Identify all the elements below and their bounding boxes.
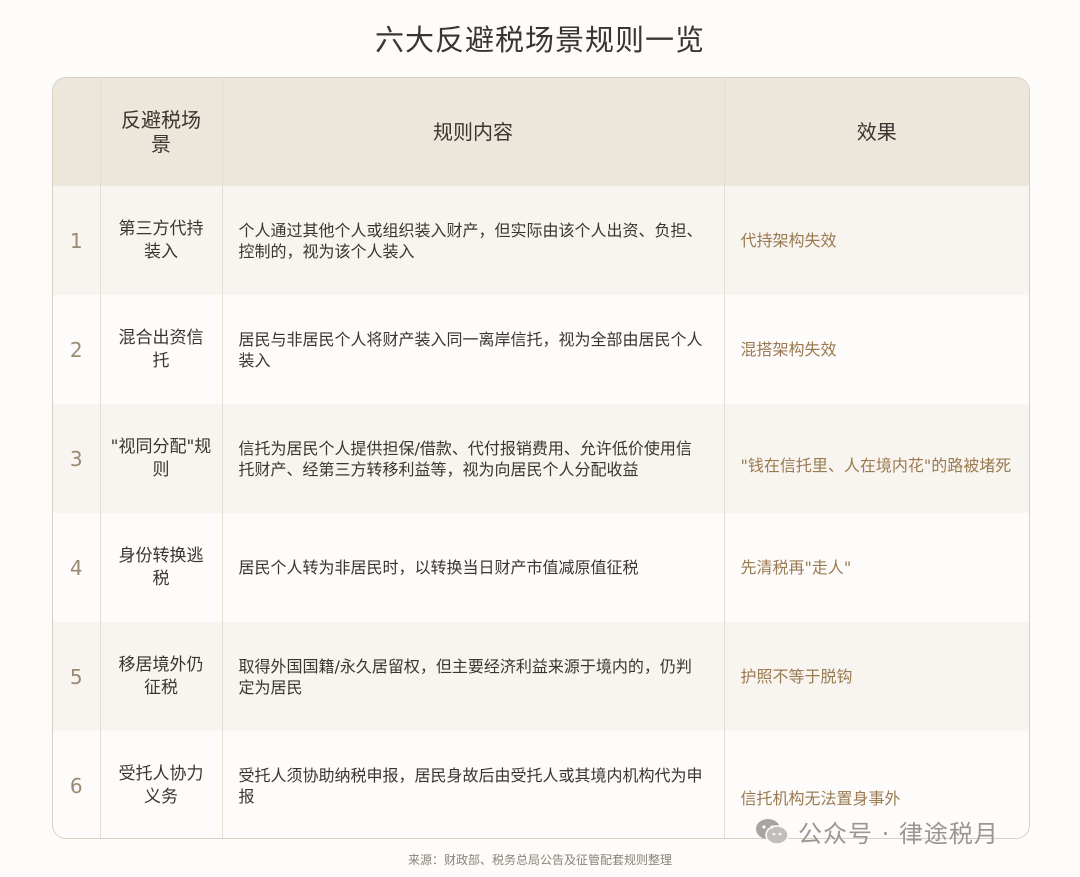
row-rule: 居民与非居民个人将财产装入同一离岸信托，视为全部由居民个人装入	[222, 295, 725, 404]
header-rule: 规则内容	[222, 78, 725, 186]
header-effect: 效果	[856, 120, 897, 144]
row-effect: "钱在信托里、人在境内花"的路被堵死	[724, 404, 1029, 513]
header-num	[53, 78, 101, 186]
watermark-text: 公众号 · 律途税月	[798, 820, 999, 848]
row-effect-text: "钱在信托里、人在境内花"的路被堵死	[740, 456, 1012, 475]
row-rule: 居民个人转为非居民时，以转换当日财产市值减原值征税	[222, 513, 725, 622]
row-number: 2	[53, 295, 101, 404]
row-scene: 身份转换逃税	[100, 513, 223, 622]
row-number: 3	[53, 404, 101, 513]
row-number: 5	[53, 622, 101, 731]
row-number: 4	[53, 513, 101, 622]
header-scene: 反避税场景	[100, 78, 223, 186]
row-rule: 取得外国国籍/永久居留权，但主要经济利益来源于境内的，仍判定为居民	[222, 622, 725, 731]
row-number: 6	[53, 731, 101, 838]
table-row: 1 第三方代持装入 个人通过其他个人或组织装入财产，但实际由该个人出资、负担、控…	[53, 186, 1029, 295]
row-effect: 先清税再"走人"	[740, 558, 852, 577]
row-rule: 个人通过其他个人或组织装入财产，但实际由该个人出资、负担、控制的，视为该个人装入	[222, 186, 725, 295]
rules-table: 反避税场景 规则内容 效果 1 第三方代持装入 个人通过其他个人或组织装入财产，…	[52, 77, 1030, 839]
table-header-row: 反避税场景 规则内容 效果	[53, 78, 1029, 186]
row-scene: "视同分配"规则	[100, 404, 223, 513]
row-scene: 混合出资信托	[100, 295, 223, 404]
row-scene: 移居境外仍征税	[100, 622, 223, 731]
table-row: 5 移居境外仍征税 取得外国国籍/永久居留权，但主要经济利益来源于境内的，仍判定…	[53, 622, 1029, 731]
page-title: 六大反避税场景规则一览	[374, 23, 705, 57]
row-number: 1	[53, 186, 101, 295]
source-note: 来源：财政部、税务总局公告及征管配套规则整理	[407, 853, 672, 867]
row-effect-text: 信托机构无法置身事外	[740, 789, 901, 808]
row-scene: 第三方代持装入	[100, 186, 223, 295]
row-scene: 受托人协力义务	[100, 731, 223, 838]
page: 六大反避税场景规则一览 反避税场景 规则内容 效果 1 第三方代持装入 个人通过…	[0, 0, 1080, 877]
table-row: 4 身份转换逃税 居民个人转为非居民时，以转换当日财产市值减原值征税 先清税再"…	[53, 513, 1029, 622]
row-rule: 信托为居民个人提供担保/借款、代付报销费用、允许低价使用信托财产、经第三方转移利…	[222, 404, 725, 513]
table-row: 2 混合出资信托 居民与非居民个人将财产装入同一离岸信托，视为全部由居民个人装入…	[53, 295, 1029, 404]
wechat-icon	[756, 818, 789, 845]
table-row: 3 "视同分配"规则 信托为居民个人提供担保/借款、代付报销费用、允许低价使用信…	[53, 404, 1029, 513]
row-effect: 混搭架构失效	[740, 340, 837, 359]
row-rule: 受托人须协助纳税申报，居民身故后由受托人或其境内机构代为申报	[222, 731, 725, 838]
watermark: 公众号 · 律途税月	[754, 814, 999, 849]
rules-table-grid: 反避税场景 规则内容 效果 1 第三方代持装入 个人通过其他个人或组织装入财产，…	[53, 78, 1029, 838]
row-effect: 护照不等于脱钩	[740, 667, 853, 686]
row-effect: 代持架构失效	[740, 231, 837, 250]
